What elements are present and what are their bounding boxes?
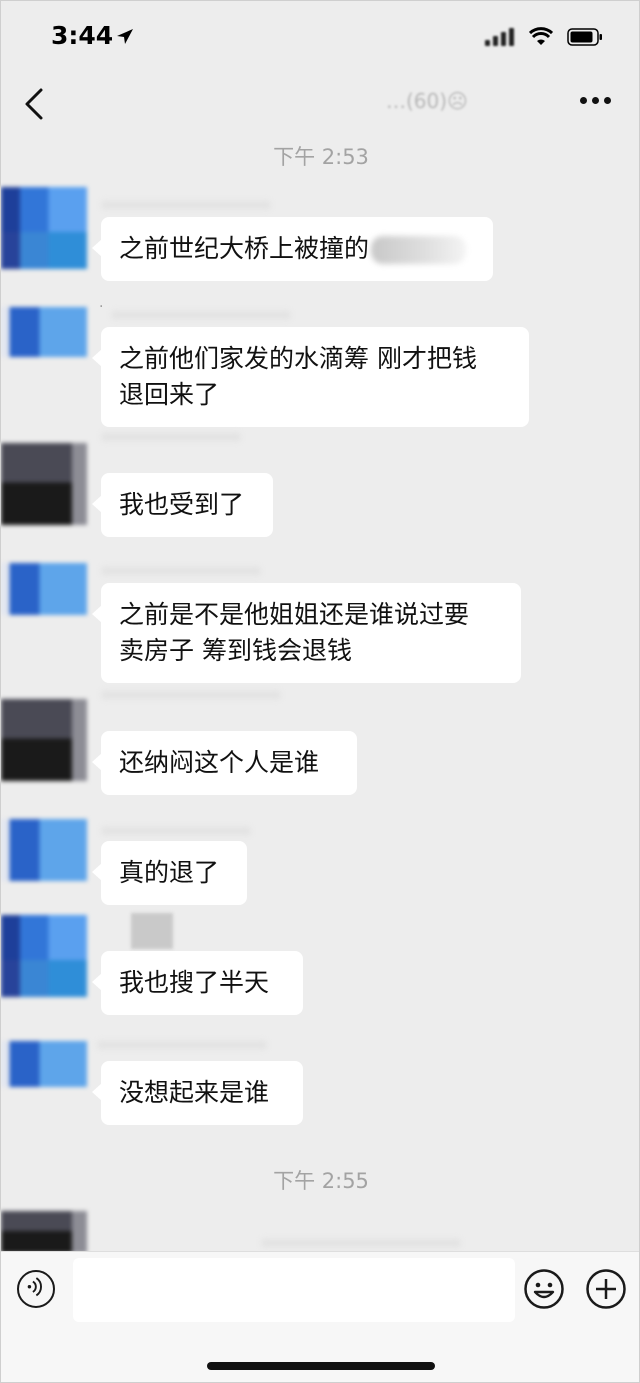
message-text-line: 之前他们家发的水滴筹 刚才把钱 xyxy=(119,344,477,373)
message-text: 我也受到了 xyxy=(119,490,245,519)
message-bubble[interactable]: 之前他们家发的水滴筹 刚才把钱 退回来了 xyxy=(92,327,529,427)
chat-screen: 3:44 …(60)☹ 下午 2:53 之前世纪大桥上被撞的 · 之前他们家发的… xyxy=(0,0,640,1383)
sender-name-blurred xyxy=(101,201,271,209)
sender-name-blurred xyxy=(101,827,251,835)
plus-circle-icon[interactable] xyxy=(585,1268,627,1310)
input-bar xyxy=(1,1251,639,1382)
redacted-text xyxy=(371,236,467,264)
message-text: 我也搜了半天 xyxy=(119,968,270,997)
sender-name-blurred xyxy=(261,1239,461,1247)
cellular-signal-icon xyxy=(485,28,515,46)
emoji-icon[interactable] xyxy=(523,1268,565,1310)
message-timestamp: 下午 2:55 xyxy=(273,1169,369,1193)
message-text: 之前世纪大桥上被撞的 xyxy=(119,234,370,263)
message-bubble[interactable]: 之前世纪大桥上被撞的 xyxy=(92,217,493,281)
status-icons xyxy=(485,27,603,47)
avatar[interactable] xyxy=(1,1041,87,1087)
message-timestamp: 下午 2:53 xyxy=(273,145,369,169)
message-text-line: 退回来了 xyxy=(119,380,220,409)
more-dots-icon[interactable] xyxy=(580,97,611,104)
avatar[interactable] xyxy=(1,819,87,881)
message-bubble[interactable]: 真的退了 xyxy=(92,841,247,905)
message-text-line: 卖房子 筹到钱会退钱 xyxy=(119,636,352,665)
message-bubble[interactable]: 我也受到了 xyxy=(92,473,273,537)
avatar[interactable] xyxy=(1,563,87,615)
status-time: 3:44 xyxy=(51,21,114,50)
message-text-line: 之前是不是他姐姐还是谁说过要 xyxy=(119,600,470,629)
sender-avatar-fragment xyxy=(131,913,173,949)
wifi-icon xyxy=(529,27,553,45)
voice-icon[interactable] xyxy=(17,1270,55,1308)
message-bubble[interactable]: 还纳闷这个人是谁 xyxy=(92,731,357,795)
sender-name-blurred xyxy=(101,433,241,441)
message-bubble[interactable]: 我也搜了半天 xyxy=(92,951,303,1015)
sender-name-fragment: · xyxy=(99,299,104,315)
battery-icon xyxy=(567,28,602,46)
message-bubble[interactable]: 之前是不是他姐姐还是谁说过要 卖房子 筹到钱会退钱 xyxy=(92,583,521,683)
avatar[interactable] xyxy=(1,307,87,357)
sender-name-blurred xyxy=(97,1041,267,1049)
message-text: 没想起来是谁 xyxy=(119,1078,270,1107)
avatar[interactable] xyxy=(1,699,87,781)
sender-name-blurred xyxy=(101,567,261,575)
message-input[interactable] xyxy=(73,1258,515,1322)
location-arrow-icon xyxy=(117,29,133,44)
chat-title: …(60)☹ xyxy=(386,89,468,113)
avatar[interactable] xyxy=(1,443,87,525)
avatar[interactable] xyxy=(1,915,87,997)
sender-name-blurred xyxy=(111,311,291,319)
message-text: 还纳闷这个人是谁 xyxy=(119,748,320,777)
avatar[interactable] xyxy=(1,187,87,269)
message-text: 真的退了 xyxy=(119,858,220,887)
home-indicator[interactable] xyxy=(207,1362,435,1370)
sender-name-blurred xyxy=(101,691,281,699)
avatar[interactable] xyxy=(1,1211,87,1253)
chevron-left-icon[interactable] xyxy=(21,87,49,121)
message-bubble[interactable]: 没想起来是谁 xyxy=(92,1061,303,1125)
